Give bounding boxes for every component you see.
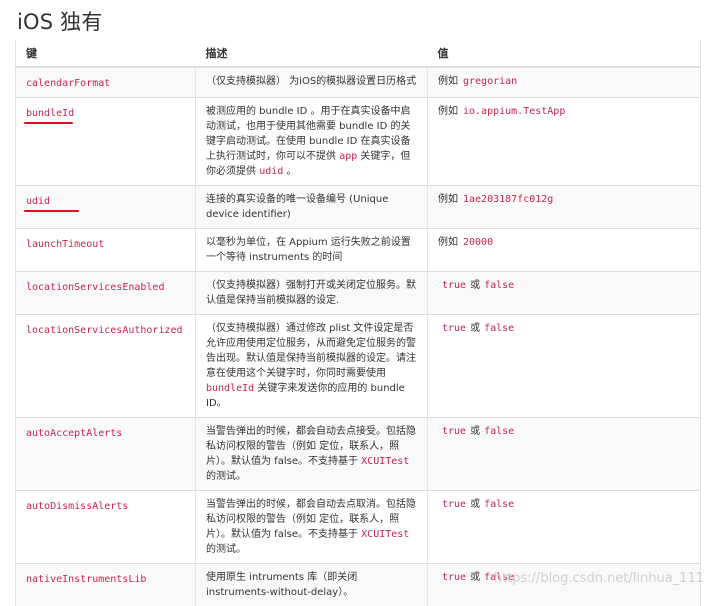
- value-prefix: 例如: [438, 106, 458, 117]
- table-row: locationServicesAuthorized （仅支持模拟器）通过修改 p…: [16, 315, 701, 418]
- value-true: true: [442, 499, 466, 510]
- value-false: false: [484, 323, 514, 334]
- key-cell: autoAcceptAlerts: [16, 418, 196, 491]
- value-true: true: [442, 426, 466, 437]
- value-cell: 例如 io.appium.TestApp: [428, 98, 701, 186]
- description-cell: （仅支持模拟器） 为iOS的模拟器设置日历格式: [196, 67, 428, 98]
- value-example: io.appium.TestApp: [463, 106, 565, 117]
- key-cell: nativeInstrumentsLib: [16, 564, 196, 606]
- value-cell: 例如 gregorian: [428, 67, 701, 98]
- description-cell: 以毫秒为单位，在 Appium 运行失败之前设置一个等待 instruments…: [196, 229, 428, 272]
- value-false: false: [484, 499, 514, 510]
- description-text: 使用原生 intruments 库（即关闭 instruments-withou…: [206, 572, 357, 598]
- key-cell: bundleId: [16, 98, 196, 186]
- table-row: calendarFormat （仅支持模拟器） 为iOS的模拟器设置日历格式 例如 g…: [16, 67, 701, 98]
- description-text: （仅支持模拟器）通过修改 plist 文件设定是否允许应用使用定位服务，从而避免…: [206, 323, 416, 379]
- watermark: https://blog.csdn.net/linhua_111: [494, 571, 704, 586]
- page-title: iOS 独有: [17, 6, 103, 36]
- value-false: false: [484, 280, 514, 291]
- udid-underline: [24, 210, 79, 212]
- value-prefix: 例如: [438, 194, 458, 205]
- key-name: autoDismissAlerts: [26, 497, 128, 514]
- key-name: locationServicesAuthorized: [26, 321, 183, 338]
- table-row: autoAcceptAlerts 当警告弹出的时候，都会自动去点接受。包括隐私访问…: [16, 418, 701, 491]
- value-or: 或: [470, 572, 480, 583]
- value-prefix: 例如: [438, 76, 458, 87]
- table-row: autoDismissAlerts 当警告弹出的时候，都会自动去点取消。包括隐私访…: [16, 491, 701, 564]
- key-cell: calendarFormat: [16, 67, 196, 98]
- key-name: udid: [26, 192, 50, 209]
- description-cell: 当警告弹出的时候，都会自动去点取消。包括隐私访问权限的警告（例如 定位，联系人，…: [196, 491, 428, 564]
- key-cell: locationServicesAuthorized: [16, 315, 196, 418]
- description-text: 的测试。: [206, 544, 246, 555]
- key-name: bundleId: [26, 104, 74, 121]
- header-key: 键: [16, 40, 196, 67]
- description-cell: 当警告弹出的时候，都会自动去点接受。包括隐私访问权限的警告（例如 定位，联系人，…: [196, 418, 428, 491]
- inline-code: XCUITest: [361, 456, 409, 467]
- bundleid-underline: [24, 122, 73, 124]
- description-text: 连接的真实设备的唯一设备编号 (Unique device identifier…: [206, 194, 388, 220]
- key-name: autoAcceptAlerts: [26, 424, 122, 441]
- value-prefix: 例如: [438, 237, 458, 248]
- description-text: 以毫秒为单位，在 Appium 运行失败之前设置一个等待 instruments…: [206, 237, 411, 263]
- description-text: 的测试。: [206, 471, 246, 482]
- value-or: 或: [470, 323, 480, 334]
- table-row: bundleId 被测应用的 bundle ID 。用于在真实设备中启动测试，也用…: [16, 98, 701, 186]
- value-true: true: [442, 572, 466, 583]
- value-cell: 例如 1ae203187fc012g: [428, 186, 701, 229]
- key-name: locationServicesEnabled: [26, 278, 164, 295]
- description-text: （仅支持模拟器）强制打开或关闭定位服务。默认值是保持当前模拟器的设定.: [206, 280, 416, 306]
- table-header-row: 键 描述 值: [16, 40, 701, 67]
- value-example: gregorian: [463, 76, 517, 87]
- key-name: nativeInstrumentsLib: [26, 570, 146, 587]
- inline-code: bundleId: [206, 383, 254, 394]
- capabilities-table: 键 描述 值 calendarFormat （仅支持模拟器） 为iOS的模拟器设置…: [15, 40, 701, 606]
- description-cell: 被测应用的 bundle ID 。用于在真实设备中启动测试，也用于使用其他需要 …: [196, 98, 428, 186]
- value-true: true: [442, 280, 466, 291]
- value-example: 1ae203187fc012g: [463, 194, 553, 205]
- value-true: true: [442, 323, 466, 334]
- value-example: 20000: [463, 237, 493, 248]
- description-cell: （仅支持模拟器）通过修改 plist 文件设定是否允许应用使用定位服务，从而避免…: [196, 315, 428, 418]
- description-cell: 连接的真实设备的唯一设备编号 (Unique device identifier…: [196, 186, 428, 229]
- value-cell: true 或 false: [428, 418, 701, 491]
- header-description: 描述: [196, 40, 428, 67]
- value-cell: true 或 false: [428, 272, 701, 315]
- value-or: 或: [470, 499, 480, 510]
- key-cell: udid: [16, 186, 196, 229]
- inline-code: app: [339, 151, 357, 162]
- value-cell: true 或 false: [428, 491, 701, 564]
- description-cell: 使用原生 intruments 库（即关闭 instruments-withou…: [196, 564, 428, 606]
- header-value: 值: [428, 40, 701, 67]
- key-name: launchTimeout: [26, 235, 104, 252]
- table-body: calendarFormat（仅支持模拟器） 为iOS的模拟器设置日历格式例如g…: [16, 67, 701, 606]
- inline-code: XCUITest: [361, 529, 409, 540]
- key-name: calendarFormat: [26, 74, 110, 91]
- description-text: （仅支持模拟器） 为iOS的模拟器设置日历格式: [206, 76, 416, 87]
- description-cell: （仅支持模拟器）强制打开或关闭定位服务。默认值是保持当前模拟器的设定.: [196, 272, 428, 315]
- description-text: 。: [283, 166, 296, 177]
- table-row: locationServicesEnabled （仅支持模拟器）强制打开或关闭定位…: [16, 272, 701, 315]
- value-cell: 例如 20000: [428, 229, 701, 272]
- key-cell: autoDismissAlerts: [16, 491, 196, 564]
- key-cell: launchTimeout: [16, 229, 196, 272]
- value-or: 或: [470, 280, 480, 291]
- inline-code: udid: [259, 166, 283, 177]
- key-cell: locationServicesEnabled: [16, 272, 196, 315]
- value-cell: true 或 false: [428, 315, 701, 418]
- value-or: 或: [470, 426, 480, 437]
- table-row: launchTimeout 以毫秒为单位，在 Appium 运行失败之前设置一个等…: [16, 229, 701, 272]
- table-row: udid 连接的真实设备的唯一设备编号 (Unique device identi…: [16, 186, 701, 229]
- value-false: false: [484, 426, 514, 437]
